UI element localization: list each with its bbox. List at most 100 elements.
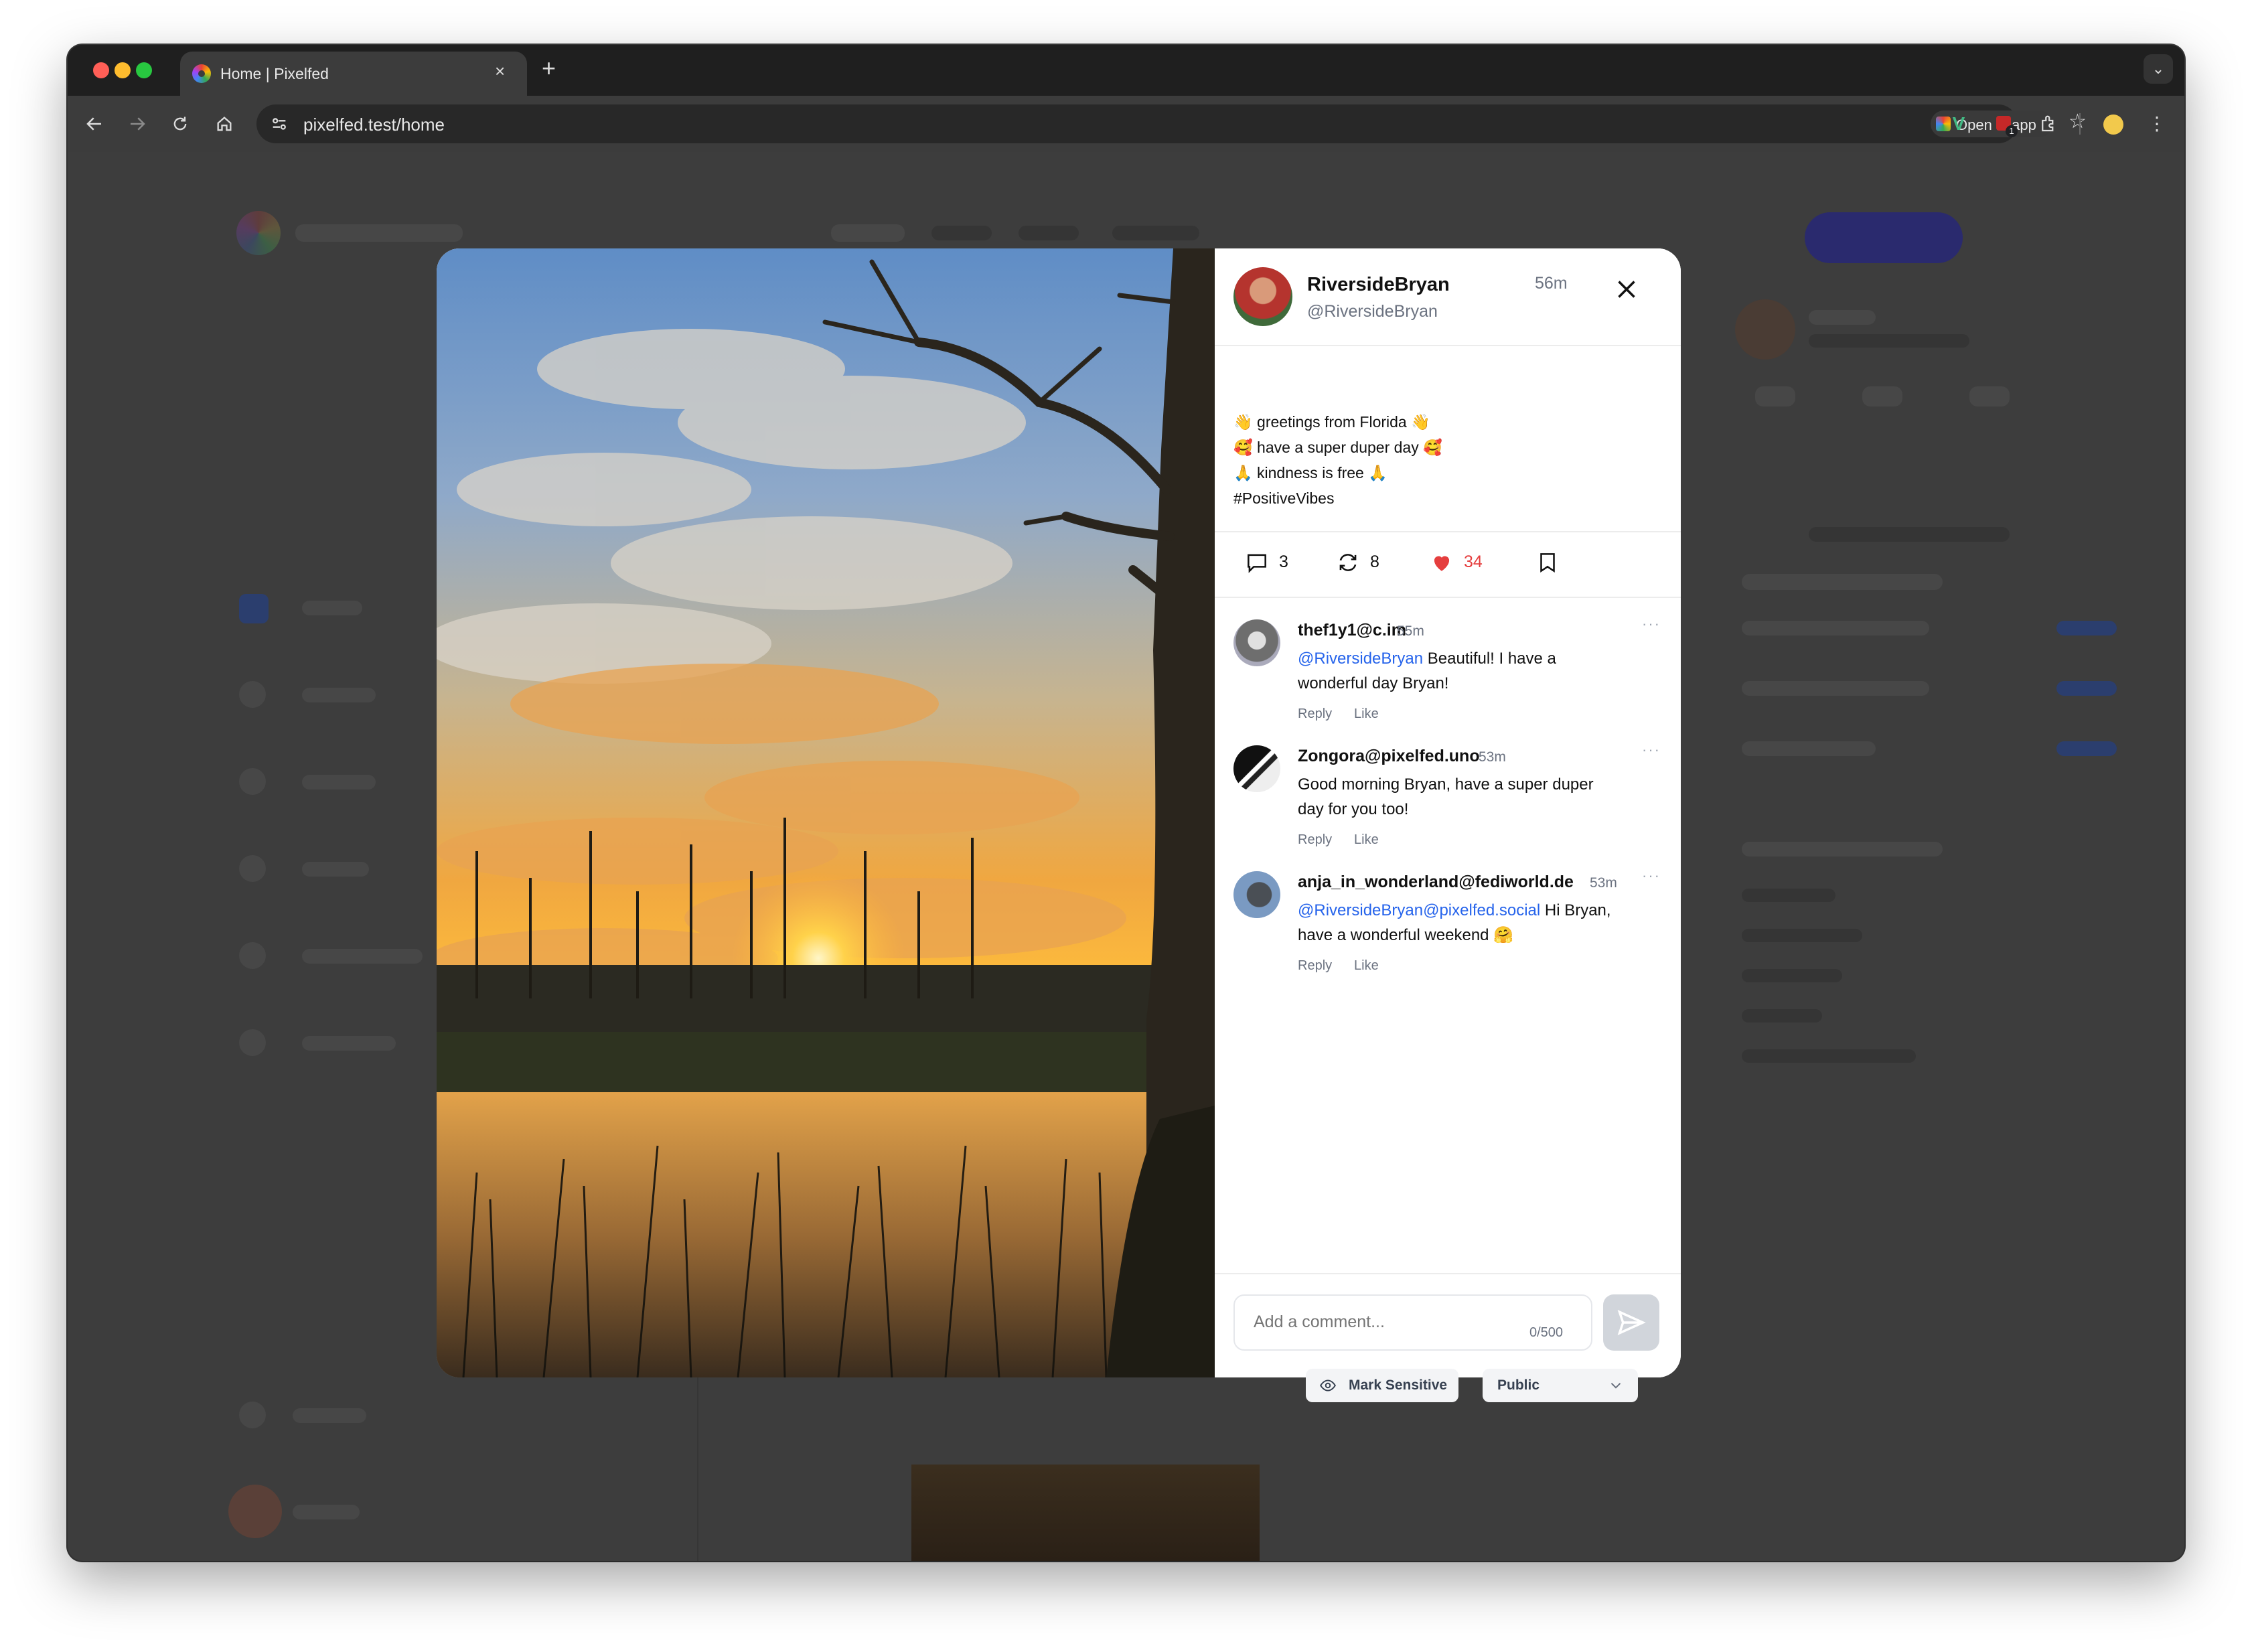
background-sidebar-label [302,949,423,964]
background-link [1742,842,1943,856]
background-link [1742,889,1835,902]
background-sidebar-label [302,1036,396,1051]
background-sidebar-icon [239,681,266,708]
commenter-name[interactable]: thef1y1@c.im [1298,621,1406,640]
tab-bar: Home | Pixelfed × + ⌄ [68,45,2184,96]
bookmark-star-icon[interactable]: ☆ [2069,110,2087,133]
commenter-name[interactable]: Zongora@pixelfed.uno [1298,747,1480,766]
background-sidebar-icon [239,1029,266,1056]
minimize-window-button[interactable] [115,62,131,78]
character-counter: 0/500 [1529,1325,1564,1340]
commenter-avatar[interactable] [1233,745,1280,792]
send-button[interactable] [1603,1294,1659,1351]
header-divider [1215,345,1681,346]
background-new-post-button [1805,212,1963,263]
extension-icon[interactable]: 1 [1988,108,2020,140]
tab-title: Home | Pixelfed [220,65,329,82]
background-sidebar-icon [239,768,266,795]
commenter-avatar[interactable] [1233,871,1280,918]
mark-sensitive-button[interactable]: Mark Sensitive [1306,1369,1458,1402]
forward-arrow-icon[interactable] [121,108,153,140]
hashtag-link[interactable]: #PositiveVibes [1233,490,1334,508]
site-settings-icon[interactable] [270,115,289,133]
like-comment-button[interactable]: Like [1354,832,1379,848]
browser-tab[interactable]: Home | Pixelfed × [180,52,527,96]
comment-more-icon[interactable]: ··· [1642,615,1661,633]
mention-link[interactable]: @RiversideBryan [1298,650,1423,668]
comment-icon[interactable] [1244,550,1270,575]
comment-time: 53m [1590,875,1617,891]
background-nav-item [1112,226,1199,240]
reply-button[interactable]: Reply [1298,832,1332,848]
comments-count: 3 [1279,552,1288,571]
background-link [1742,1049,1916,1063]
tab-close-icon[interactable]: × [495,61,505,82]
address-bar[interactable]: pixelfed.test/home Open in app ☆ [256,104,2087,143]
background-nav-item [1019,226,1079,240]
reload-icon[interactable] [164,108,196,140]
home-icon[interactable] [208,108,240,140]
shares-count: 8 [1370,552,1379,571]
new-tab-button[interactable]: + [542,54,556,82]
background-sidebar-label [302,601,362,615]
mark-sensitive-label: Mark Sensitive [1349,1377,1448,1393]
background-profile-avatar [1735,299,1795,360]
background-suggestion [1742,621,1929,635]
comment-input[interactable]: 0/500 [1233,1294,1592,1351]
background-sidebar-label [293,1408,366,1423]
background-wordmark [295,224,463,242]
background-nav-item [931,226,992,240]
background-logo [236,211,281,255]
caption-line: 🙏 kindness is free 🙏 [1233,464,1387,481]
commenter-name[interactable]: anja_in_wonderland@fediworld.de [1298,873,1574,892]
background-suggestion [1742,741,1876,756]
background-user-label [293,1505,360,1519]
author-handle[interactable]: @RiversideBryan [1307,302,1438,321]
puzzle-extensions-icon[interactable] [2032,108,2065,140]
comment-body: @RiversideBryan@pixelfed.social Hi Bryan… [1298,898,1612,948]
post-modal: RiversideBryan @RiversideBryan 56m 👋 gre… [437,248,1681,1377]
background-stat [1969,386,2010,406]
close-window-button[interactable] [93,62,109,78]
tab-search-button[interactable]: ⌄ [2144,54,2173,84]
pixelfed-favicon-icon [192,64,211,83]
background-follow [2056,681,2117,696]
background-user-avatar [228,1485,282,1538]
bookmark-icon[interactable] [1535,550,1560,575]
background-stat [1755,386,1795,406]
comment-body: Good morning Bryan, have a super duper d… [1298,772,1612,822]
commenter-avatar[interactable] [1233,619,1280,666]
mention-link[interactable]: @RiversideBryan@pixelfed.social [1298,901,1540,919]
profile-avatar-icon[interactable] [2097,108,2129,140]
likes-count: 34 [1464,552,1483,571]
background-link [1742,929,1862,942]
background-sidebar-label [302,862,369,877]
background-follow [2056,621,2117,635]
like-comment-button[interactable]: Like [1354,958,1379,974]
repost-icon[interactable] [1335,550,1361,575]
author-avatar[interactable] [1233,267,1292,326]
background-sidebar-icon [239,594,269,623]
composer-divider [1215,1273,1681,1274]
heart-icon[interactable] [1429,550,1454,575]
maximize-window-button[interactable] [136,62,152,78]
background-nav-item [831,224,905,242]
back-arrow-icon[interactable] [78,108,110,140]
reply-button[interactable]: Reply [1298,706,1332,722]
close-icon[interactable] [1611,274,1642,305]
background-profile-handle [1809,334,1969,348]
reply-button[interactable]: Reply [1298,958,1332,974]
post-time: 56m [1535,274,1568,293]
kebab-menu-icon[interactable]: ⋮ [2141,108,2173,140]
visibility-select[interactable]: Public [1483,1369,1638,1402]
comment-time: 53m [1479,749,1506,765]
comment-more-icon[interactable]: ··· [1642,741,1661,759]
comment-more-icon[interactable]: ··· [1642,867,1661,885]
background-link [1742,969,1842,982]
visibility-value: Public [1497,1377,1540,1393]
like-comment-button[interactable]: Like [1354,706,1379,722]
author-name[interactable]: RiversideBryan [1307,274,1450,296]
chevron-down-icon [1607,1377,1625,1394]
background-sidebar-label [302,775,376,790]
vue-devtools-icon[interactable]: V [1943,108,1975,140]
